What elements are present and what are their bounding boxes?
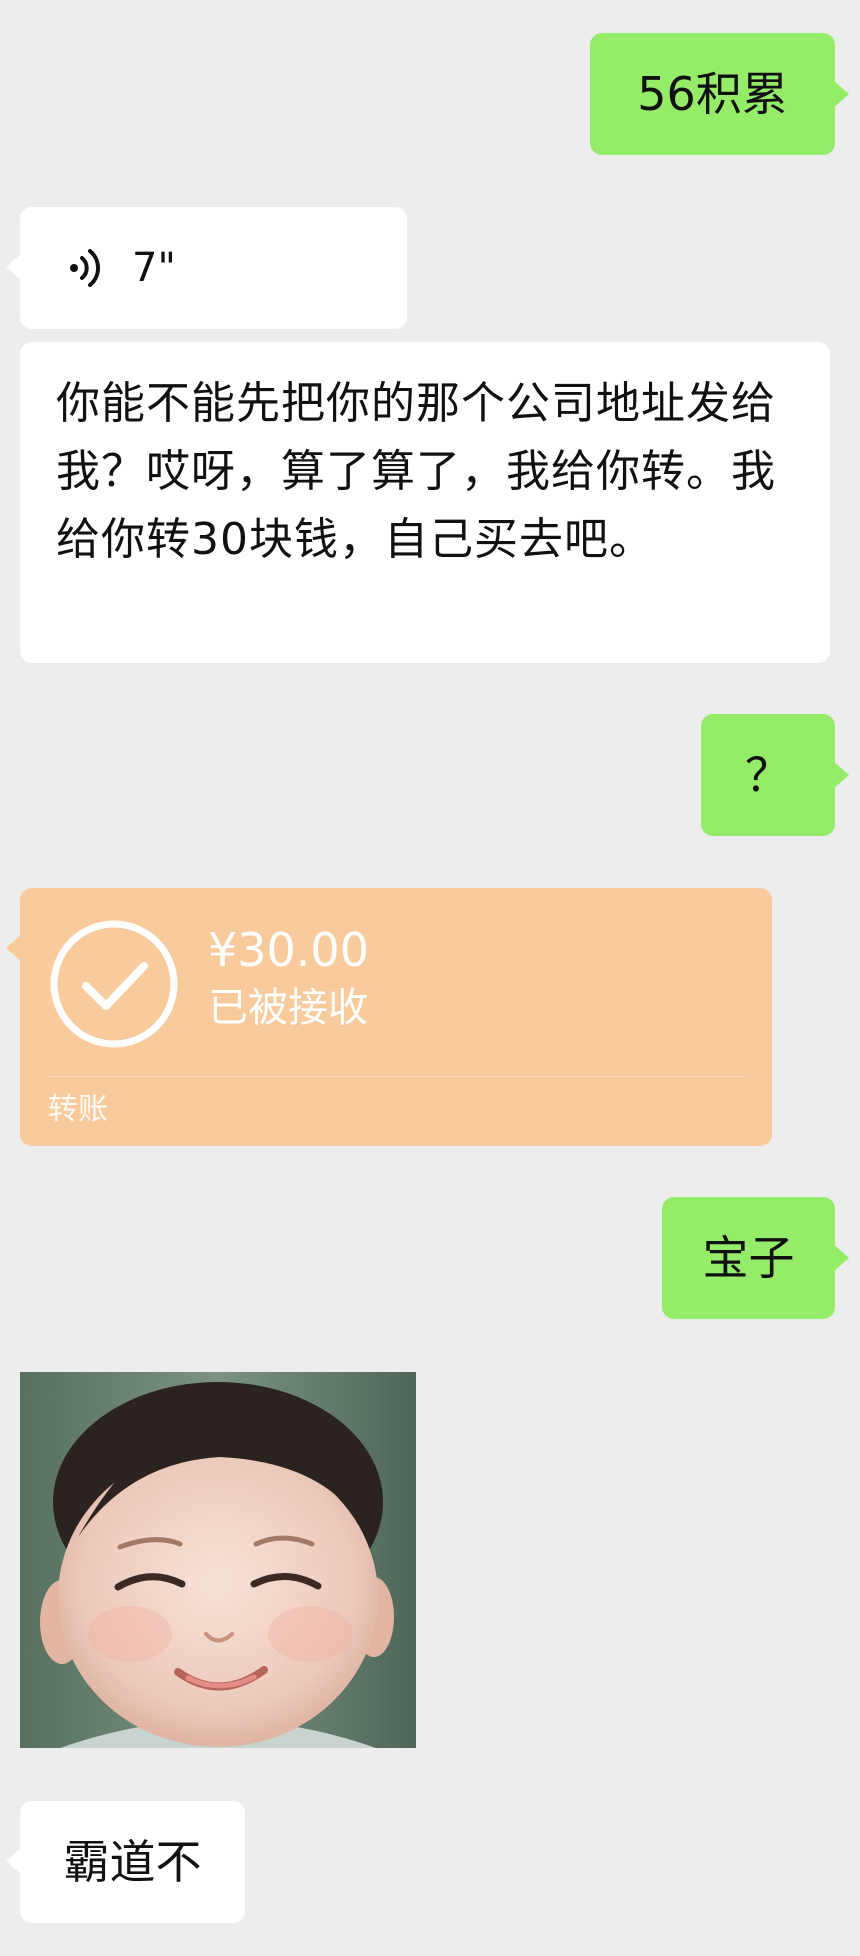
outgoing-message-bubble[interactable]: 宝子 bbox=[662, 1197, 849, 1319]
voice-duration: 7" bbox=[132, 245, 176, 291]
incoming-message-bubble[interactable]: 你能不能先把你的那个公司地址发给我？哎呀，算了算了，我给你转。我给你转30块钱，… bbox=[20, 342, 830, 663]
outgoing-message-bubble[interactable]: ？ bbox=[701, 714, 849, 836]
message-text: 你能不能先把你的那个公司地址发给我？哎呀，算了算了，我给你转。我给你转30块钱，… bbox=[56, 378, 776, 565]
incoming-message-bubble[interactable]: 霸道不 bbox=[6, 1801, 245, 1923]
transfer-status: 已被接收 bbox=[208, 985, 368, 1031]
voice-message-bubble[interactable]: 7" bbox=[6, 207, 407, 329]
transfer-label: 转账 bbox=[48, 1092, 108, 1127]
transfer-divider bbox=[48, 1076, 744, 1077]
message-text: 56积累 bbox=[637, 67, 788, 121]
transfer-card[interactable]: ¥30.00 已被接收 转账 bbox=[6, 888, 772, 1146]
message-text: ？ bbox=[745, 748, 791, 802]
message-text: 宝子 bbox=[702, 1231, 795, 1285]
check-circle-icon bbox=[50, 920, 178, 1048]
transfer-amount: ¥30.00 bbox=[208, 923, 369, 977]
message-text: 霸道不 bbox=[63, 1835, 202, 1889]
outgoing-message-bubble[interactable]: 56积累 bbox=[590, 33, 849, 155]
smiling-baby-sticker[interactable] bbox=[20, 1372, 416, 1748]
voice-wave-icon bbox=[70, 249, 101, 287]
